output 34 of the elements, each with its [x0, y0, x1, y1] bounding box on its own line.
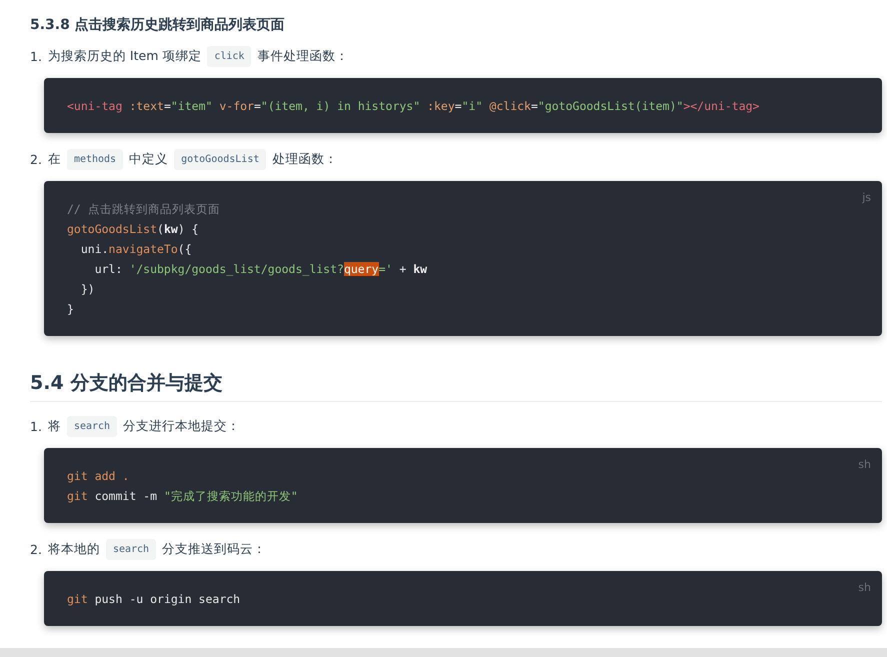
code-line: git push -u origin search: [67, 591, 240, 608]
language-label: sh: [858, 581, 871, 594]
step-text: 分支进行本地提交：: [123, 418, 240, 435]
inline-code: search: [106, 539, 156, 560]
code-line: }: [67, 301, 74, 318]
list-number: 1.: [30, 419, 42, 434]
list-number: 1.: [30, 49, 42, 64]
language-label: js: [862, 191, 871, 204]
inline-code: gotoGoodsList: [174, 149, 266, 170]
code-line: }): [80, 281, 95, 298]
inline-code: click: [207, 46, 252, 67]
step-text: 中定义: [129, 151, 168, 168]
code-line: url: '/subpkg/goods_list/goods_list?query=' + kw: [94, 261, 428, 278]
list-number: 2.: [30, 152, 42, 167]
language-label: sh: [858, 458, 871, 471]
code-line: git add .: [67, 468, 130, 485]
code-line: <uni-tag :text="item" v-for="(item, i) in historys" :key="i" @click="gotoGoodsList(item)"></uni-tag>: [67, 98, 760, 115]
step-text: 事件处理函数：: [257, 48, 348, 65]
inline-code: methods: [66, 149, 124, 170]
section-heading: 5.4 分支的合并与提交: [30, 370, 882, 402]
code-line: // 点击跳转到商品列表页面: [67, 201, 220, 218]
step-text: 为搜索历史的 Item 项绑定: [48, 48, 202, 65]
code-line: git commit -m "完成了搜索功能的开发": [67, 488, 298, 505]
inline-code: search: [66, 416, 118, 437]
code-line: uni.navigateTo({: [80, 241, 192, 258]
step-text: 处理函数：: [272, 151, 338, 168]
step-text: 将: [48, 418, 61, 435]
step-text: 将本地的: [48, 541, 100, 558]
list-number: 2.: [30, 542, 42, 557]
horizontal-scrollbar[interactable]: [0, 648, 887, 657]
code-line: gotoGoodsList(kw) {: [67, 221, 199, 238]
step-text: 在: [48, 151, 61, 168]
section-heading: 5.3.8 点击搜索历史跳转到商品列表页面: [30, 16, 286, 34]
step-text: 分支推送到码云：: [162, 541, 266, 558]
